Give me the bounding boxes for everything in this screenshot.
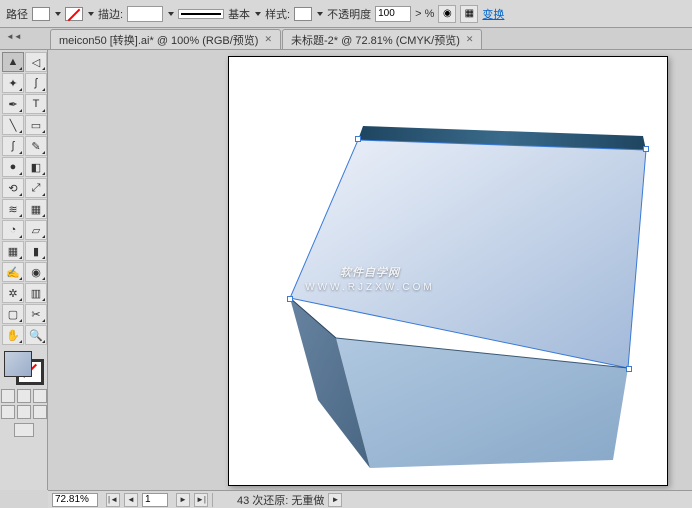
- chevron-down-icon[interactable]: [55, 12, 61, 16]
- opacity-input[interactable]: [375, 6, 411, 22]
- zoom-tool[interactable]: 🔍: [25, 325, 47, 345]
- recolor-icon[interactable]: ◉: [438, 5, 456, 23]
- shape-builder-tool[interactable]: ◔: [2, 220, 24, 240]
- graph-tool[interactable]: ▥: [25, 283, 47, 303]
- none-mode-btn[interactable]: [33, 389, 47, 403]
- line-tool[interactable]: ╲: [2, 115, 24, 135]
- opacity-suffix: > %: [415, 8, 434, 20]
- scale-tool[interactable]: ⤢: [25, 178, 47, 198]
- style-swatch[interactable]: [294, 7, 312, 21]
- symbol-sprayer-tool[interactable]: ✲: [2, 283, 24, 303]
- prev-page-btn[interactable]: ◄: [124, 493, 138, 507]
- stroke-width-input[interactable]: [127, 6, 163, 22]
- stroke-label: 描边:: [98, 6, 123, 22]
- fill-color[interactable]: [4, 351, 32, 377]
- chevron-down-icon[interactable]: [88, 12, 94, 16]
- color-picker: [2, 349, 45, 437]
- tab-scroll-icon[interactable]: ◄◄: [6, 32, 22, 41]
- direct-selection-tool[interactable]: ◁: [25, 52, 47, 72]
- path-label: 路径: [6, 6, 28, 22]
- blend-tool[interactable]: ◉: [25, 262, 47, 282]
- mesh-tool[interactable]: ▦: [2, 241, 24, 261]
- tab-document-1[interactable]: meicon50 [转换].ai* @ 100% (RGB/预览) ✕: [50, 29, 281, 49]
- close-icon[interactable]: ✕: [466, 34, 474, 45]
- artboard-tool[interactable]: ▢: [2, 304, 24, 324]
- rectangle-tool[interactable]: ▭: [25, 115, 47, 135]
- toolbox: ▲ ◁ ✦ ʃ ✒ T ╲ ▭ ʃ ✎ ● ◧ ⟲ ⤢ ≋ ▦ ◔ ▱ ▦ ▮ …: [0, 50, 48, 490]
- chevron-down-icon[interactable]: [317, 12, 323, 16]
- width-tool[interactable]: ≋: [2, 199, 24, 219]
- canvas-area[interactable]: 软件自学网 WWW.RJZXW.COM: [48, 50, 692, 490]
- chevron-down-icon[interactable]: [255, 12, 261, 16]
- stroke-profile[interactable]: [178, 9, 224, 19]
- fill-swatch[interactable]: [32, 7, 50, 21]
- selection-handle[interactable]: [643, 146, 649, 152]
- color-mode-btn[interactable]: [1, 389, 15, 403]
- eraser-tool[interactable]: ◧: [25, 157, 47, 177]
- screen-mode-btn[interactable]: [14, 423, 34, 437]
- page-input[interactable]: [142, 493, 168, 507]
- slice-tool[interactable]: ✂: [25, 304, 47, 324]
- status-play-btn[interactable]: ►: [328, 493, 342, 507]
- main-area: ▲ ◁ ✦ ʃ ✒ T ╲ ▭ ʃ ✎ ● ◧ ⟲ ⤢ ≋ ▦ ◔ ▱ ▦ ▮ …: [0, 50, 692, 490]
- chevron-down-icon[interactable]: [168, 12, 174, 16]
- basic-label: 基本: [228, 6, 250, 22]
- lasso-tool[interactable]: ʃ: [25, 73, 47, 93]
- paintbrush-tool[interactable]: ʃ: [2, 136, 24, 156]
- status-bar: |◄ ◄ ► ►| 43 次还原: 无重做 ►: [48, 490, 692, 508]
- pen-tool[interactable]: ✒: [2, 94, 24, 114]
- tab-label: 未标题-2* @ 72.81% (CMYK/预览): [291, 32, 460, 48]
- blob-brush-tool[interactable]: ●: [2, 157, 24, 177]
- box-illustration: [248, 80, 658, 480]
- pencil-tool[interactable]: ✎: [25, 136, 47, 156]
- style-label: 样式:: [265, 6, 290, 22]
- type-tool[interactable]: T: [25, 94, 47, 114]
- undo-status-text: 43 次还原: 无重做: [237, 492, 324, 508]
- options-bar: 路径 描边: 基本 样式: 不透明度 > % ◉ ▦ 变换: [0, 0, 692, 28]
- next-page-btn[interactable]: ►: [176, 493, 190, 507]
- last-page-btn[interactable]: ►|: [194, 493, 208, 507]
- magic-wand-tool[interactable]: ✦: [2, 73, 24, 93]
- selection-handle[interactable]: [355, 136, 361, 142]
- zoom-input[interactable]: [52, 493, 98, 507]
- draw-normal-btn[interactable]: [1, 405, 15, 419]
- selection-handle[interactable]: [626, 366, 632, 372]
- transform-link[interactable]: 变换: [482, 6, 504, 22]
- perspective-tool[interactable]: ▱: [25, 220, 47, 240]
- rotate-tool[interactable]: ⟲: [2, 178, 24, 198]
- first-page-btn[interactable]: |◄: [106, 493, 120, 507]
- gradient-mode-btn[interactable]: [17, 389, 31, 403]
- selection-tool[interactable]: ▲: [2, 52, 24, 72]
- eyedropper-tool[interactable]: ✍: [2, 262, 24, 282]
- stroke-swatch-none[interactable]: [65, 7, 83, 21]
- gradient-tool[interactable]: ▮: [25, 241, 47, 261]
- free-transform-tool[interactable]: ▦: [25, 199, 47, 219]
- draw-behind-btn[interactable]: [17, 405, 31, 419]
- hand-tool[interactable]: ✋: [2, 325, 24, 345]
- tab-bar: meicon50 [转换].ai* @ 100% (RGB/预览) ✕ 未标题-…: [0, 28, 692, 50]
- selection-handle[interactable]: [287, 296, 293, 302]
- tab-document-2[interactable]: 未标题-2* @ 72.81% (CMYK/预览) ✕: [282, 29, 482, 49]
- opacity-label: 不透明度: [327, 6, 371, 22]
- draw-inside-btn[interactable]: [33, 405, 47, 419]
- close-icon[interactable]: ✕: [264, 34, 272, 45]
- align-icon[interactable]: ▦: [460, 5, 478, 23]
- tab-label: meicon50 [转换].ai* @ 100% (RGB/预览): [59, 32, 258, 48]
